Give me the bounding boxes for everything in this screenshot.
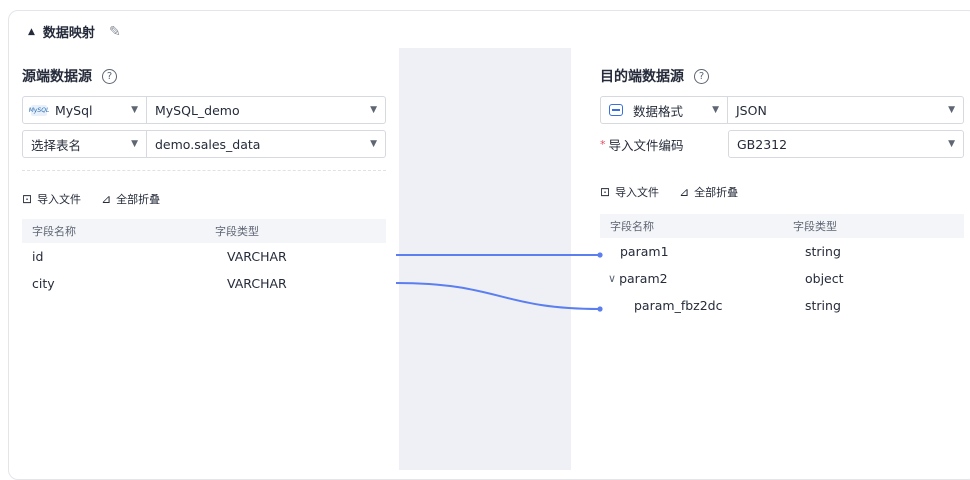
section-header[interactable]: ▲ 数据映射 ✎ (28, 22, 121, 42)
source-type-value: MySQL MySql (28, 102, 93, 118)
chevron-down-icon: ▼ (370, 139, 377, 149)
field-type: string (805, 244, 841, 259)
import-label: 导入文件 (615, 186, 660, 199)
target-panel: 目的端数据源 ? 数据格式 ▼ JSON ▼ * 导入文件编码 GB2312 ▼… (600, 48, 964, 319)
chevron-down-icon: ▼ (712, 105, 719, 115)
chevron-down-icon: ▼ (131, 139, 138, 149)
field-type: VARCHAR (227, 249, 287, 264)
field-type: VARCHAR (227, 276, 287, 291)
help-icon[interactable]: ? (102, 68, 117, 84)
encoding-select[interactable]: GB2312 ▼ (728, 130, 964, 158)
import-file-icon: ⊡ (22, 192, 33, 206)
table-label-text: 选择表名 (31, 137, 82, 153)
target-format-label: JSON (736, 102, 767, 118)
field-name: id (32, 249, 44, 264)
encoding-label: * 导入文件编码 (600, 130, 728, 158)
table-row[interactable]: city VARCHAR (22, 270, 386, 297)
target-title-row: 目的端数据源 ? (600, 66, 964, 86)
table-row[interactable]: param1 string (600, 238, 964, 265)
target-type-label: 数据格式 (633, 103, 684, 119)
target-title: 目的端数据源 (600, 69, 684, 85)
collapse-label: 全部折叠 (694, 186, 739, 199)
data-format-icon (609, 104, 623, 116)
collapse-triangle-icon[interactable]: ▲ (28, 27, 35, 37)
source-table-select[interactable]: demo.sales_data ▼ (147, 130, 386, 158)
target-type-value: 数据格式 (609, 101, 683, 120)
column-header-type: 字段类型 (793, 220, 837, 233)
collapse-all-icon: ⊿ (679, 185, 690, 199)
table-label-select[interactable]: 选择表名 ▼ (22, 130, 147, 158)
field-type: object (805, 271, 844, 286)
divider (22, 170, 386, 171)
encoding-label-text: 导入文件编码 (608, 137, 684, 153)
chevron-down-icon: ▼ (370, 105, 377, 115)
target-collapse-all-button[interactable]: ⊿ 全部折叠 (679, 184, 738, 200)
source-connection-select[interactable]: MySQL_demo ▼ (147, 96, 386, 124)
section-title: 数据映射 (42, 26, 95, 41)
collapse-all-icon: ⊿ (101, 192, 112, 206)
field-name: param2 (619, 271, 668, 286)
target-format-select[interactable]: JSON ▼ (728, 96, 964, 124)
mapping-gutter (399, 48, 571, 470)
table-row[interactable]: id VARCHAR (22, 243, 386, 270)
source-type-label: MySql (55, 102, 93, 118)
table-row[interactable]: param_fbz2dc string (600, 292, 964, 319)
source-toolbar: ⊡ 导入文件 ⊿ 全部折叠 (22, 191, 386, 207)
source-table-row: 选择表名 ▼ demo.sales_data ▼ (22, 130, 386, 158)
field-name-cell: ∨ param2 (600, 271, 805, 286)
source-type-select[interactable]: MySQL MySql ▼ (22, 96, 147, 124)
source-table-header: 字段名称 字段类型 (22, 219, 386, 243)
collapse-label: 全部折叠 (116, 193, 161, 206)
field-type: string (805, 298, 841, 313)
source-panel: 源端数据源 ? MySQL MySql ▼ MySQL_demo ▼ 选择表名 … (22, 48, 386, 297)
source-collapse-all-button[interactable]: ⊿ 全部折叠 (101, 191, 160, 207)
source-import-button[interactable]: ⊡ 导入文件 (22, 191, 81, 207)
source-title-row: 源端数据源 ? (22, 66, 386, 86)
import-file-icon: ⊡ (600, 185, 611, 199)
column-header-type: 字段类型 (215, 225, 259, 238)
chevron-down-icon: ▼ (948, 105, 955, 115)
field-name: param1 (620, 244, 669, 259)
edit-pencil-icon[interactable]: ✎ (109, 24, 121, 40)
target-type-row: 数据格式 ▼ JSON ▼ (600, 96, 964, 124)
column-header-name: 字段名称 (610, 220, 654, 233)
target-toolbar: ⊡ 导入文件 ⊿ 全部折叠 (600, 184, 964, 200)
help-icon[interactable]: ? (694, 68, 709, 84)
chevron-down-icon: ▼ (131, 105, 138, 115)
mysql-logo-icon: MySQL (28, 104, 50, 116)
chevron-down-icon[interactable]: ∨ (608, 272, 616, 285)
chevron-down-icon: ▼ (948, 139, 955, 149)
source-title: 源端数据源 (22, 69, 92, 85)
column-header-name: 字段名称 (32, 225, 76, 238)
import-label: 导入文件 (37, 193, 82, 206)
field-name: city (32, 276, 55, 291)
target-table-header: 字段名称 字段类型 (600, 214, 964, 238)
table-row[interactable]: ∨ param2 object (600, 265, 964, 292)
source-connection-label: MySQL_demo (155, 102, 240, 118)
target-type-select[interactable]: 数据格式 ▼ (600, 96, 728, 124)
required-asterisk: * (600, 137, 606, 151)
source-type-row: MySQL MySql ▼ MySQL_demo ▼ (22, 96, 386, 124)
target-import-button[interactable]: ⊡ 导入文件 (600, 184, 659, 200)
source-table-label: demo.sales_data (155, 136, 261, 152)
field-name: param_fbz2dc (634, 298, 723, 313)
encoding-value: GB2312 (737, 136, 788, 152)
target-encoding-row: * 导入文件编码 GB2312 ▼ (600, 130, 964, 158)
